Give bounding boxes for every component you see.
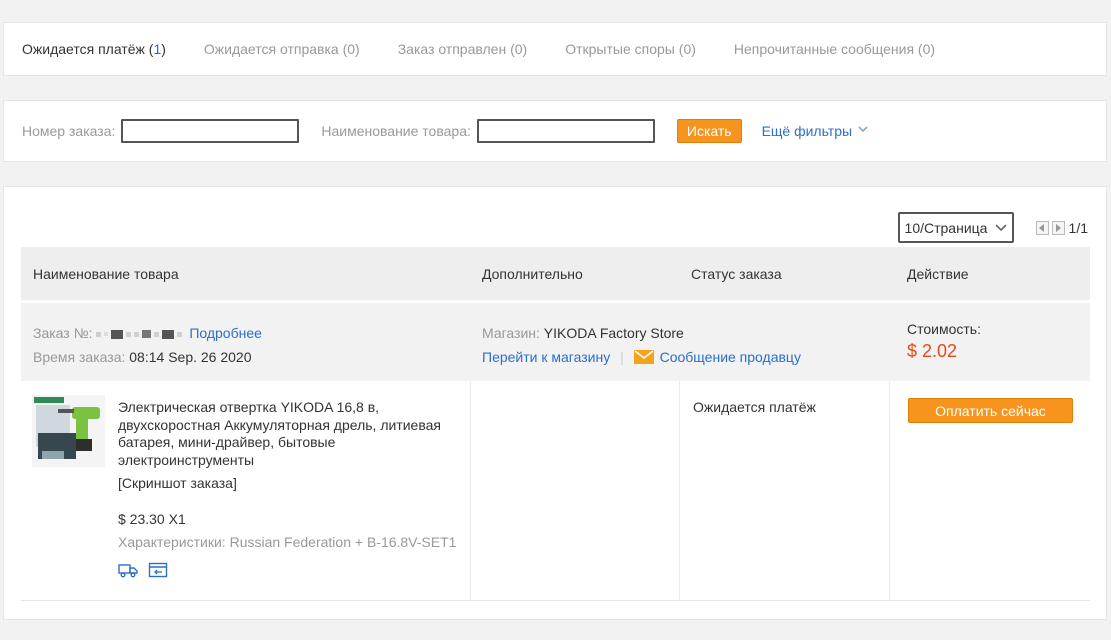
order-item-row: Электрическая отвертка YIKODA 16,8 в, дв…	[21, 381, 1090, 601]
more-filters-label: Ещё фильтры	[761, 123, 853, 139]
column-divider	[679, 381, 680, 601]
return-icon	[148, 562, 168, 577]
order-status: Ожидается платёж	[693, 399, 816, 415]
tab-label: Ожидается платёж	[22, 41, 145, 57]
chevron-down-icon	[994, 223, 1007, 231]
order-details-link[interactable]: Подробнее	[189, 325, 262, 341]
unit-price: $ 23.30 X1	[118, 510, 186, 527]
search-button[interactable]: Искать	[676, 119, 742, 143]
tab-label: Заказ отправлен	[397, 41, 507, 57]
message-seller-link[interactable]: Сообщение продавцу	[660, 349, 801, 365]
envelope-icon	[633, 350, 654, 364]
tab-label: Открытые споры	[565, 41, 675, 57]
next-page-button[interactable]	[1051, 220, 1065, 235]
tab-open-disputes[interactable]: Открытые споры (0)	[565, 41, 696, 57]
store-name: YIKODA Factory Store	[543, 325, 684, 341]
chevron-down-icon	[858, 126, 868, 133]
tab-awaiting-payment[interactable]: Ожидается платёж (1)	[22, 41, 166, 57]
orders-panel: 10/Страница 1/1 Наименование товара Допо…	[3, 186, 1107, 620]
product-specs: Характеристики: Russian Federation + B-1…	[118, 534, 457, 550]
tab-unread-messages[interactable]: Непрочитанные сообщения (0)	[734, 41, 935, 57]
product-title-link[interactable]: Электрическая отвертка YIKODA 16,8 в, дв…	[118, 399, 468, 469]
order-number-input[interactable]	[121, 119, 300, 143]
tab-count: 0	[514, 41, 523, 57]
order-number-label: Заказ №:	[33, 325, 93, 341]
order-status-tabs: Ожидается платёж (1) Ожидается отправка …	[3, 22, 1107, 76]
order-snapshot-link[interactable]: [Скриншот заказа]	[118, 475, 468, 493]
order-summary-row: Заказ №: Подробнее Время заказа: 08:14 S…	[21, 303, 1090, 381]
tab-count: 0	[683, 41, 692, 57]
cost-label: Стоимость:	[907, 321, 981, 337]
column-divider	[889, 381, 890, 601]
cost-value: $ 2.02	[907, 341, 958, 361]
tab-count: 0	[347, 41, 356, 57]
product-name-label: Наименование товара:	[321, 123, 471, 139]
tab-count: 0	[922, 41, 931, 57]
store-label: Магазин:	[482, 325, 540, 341]
product-name-input[interactable]	[476, 119, 655, 143]
order-number-label: Номер заказа:	[22, 123, 116, 139]
tab-awaiting-shipment[interactable]: Ожидается отправка (0)	[204, 41, 360, 57]
pay-now-button[interactable]: Оплатить сейчас	[908, 398, 1073, 423]
column-header-product: Наименование товара	[33, 265, 179, 282]
page-size-select[interactable]: 10/Страница	[897, 212, 1014, 243]
arrow-right-icon	[1056, 223, 1062, 232]
order-number-masked	[96, 325, 189, 341]
pagination: 10/Страница 1/1	[897, 212, 1088, 243]
divider: |	[620, 349, 624, 365]
column-header-action: Действие	[907, 265, 969, 282]
prev-page-button[interactable]	[1035, 220, 1049, 235]
tab-count: 1	[153, 41, 162, 57]
search-filters: Номер заказа: Наименование товара: Искат…	[3, 100, 1107, 162]
more-filters-toggle[interactable]: Ещё фильтры	[762, 123, 869, 139]
column-header-status: Статус заказа	[691, 265, 782, 282]
feature-icons	[118, 562, 468, 578]
tab-label: Ожидается отправка	[203, 41, 339, 57]
order-time-value: 08:14 Sep. 26 2020	[129, 349, 252, 365]
arrow-left-icon	[1039, 223, 1045, 232]
product-thumbnail[interactable]	[32, 395, 105, 467]
orders-table-header: Наименование товара Дополнительно Статус…	[21, 247, 1090, 300]
tab-label: Непрочитанные сообщения	[733, 41, 915, 57]
tab-shipped[interactable]: Заказ отправлен (0)	[398, 41, 528, 57]
column-header-additional: Дополнительно	[482, 265, 583, 282]
order-time-label: Время заказа:	[33, 349, 126, 365]
page-size-value: 10/Страница	[904, 219, 988, 236]
page-count: 1/1	[1068, 219, 1088, 236]
go-to-store-link[interactable]: Перейти к магазину	[482, 349, 610, 365]
column-divider	[470, 381, 471, 601]
truck-icon	[118, 563, 138, 577]
